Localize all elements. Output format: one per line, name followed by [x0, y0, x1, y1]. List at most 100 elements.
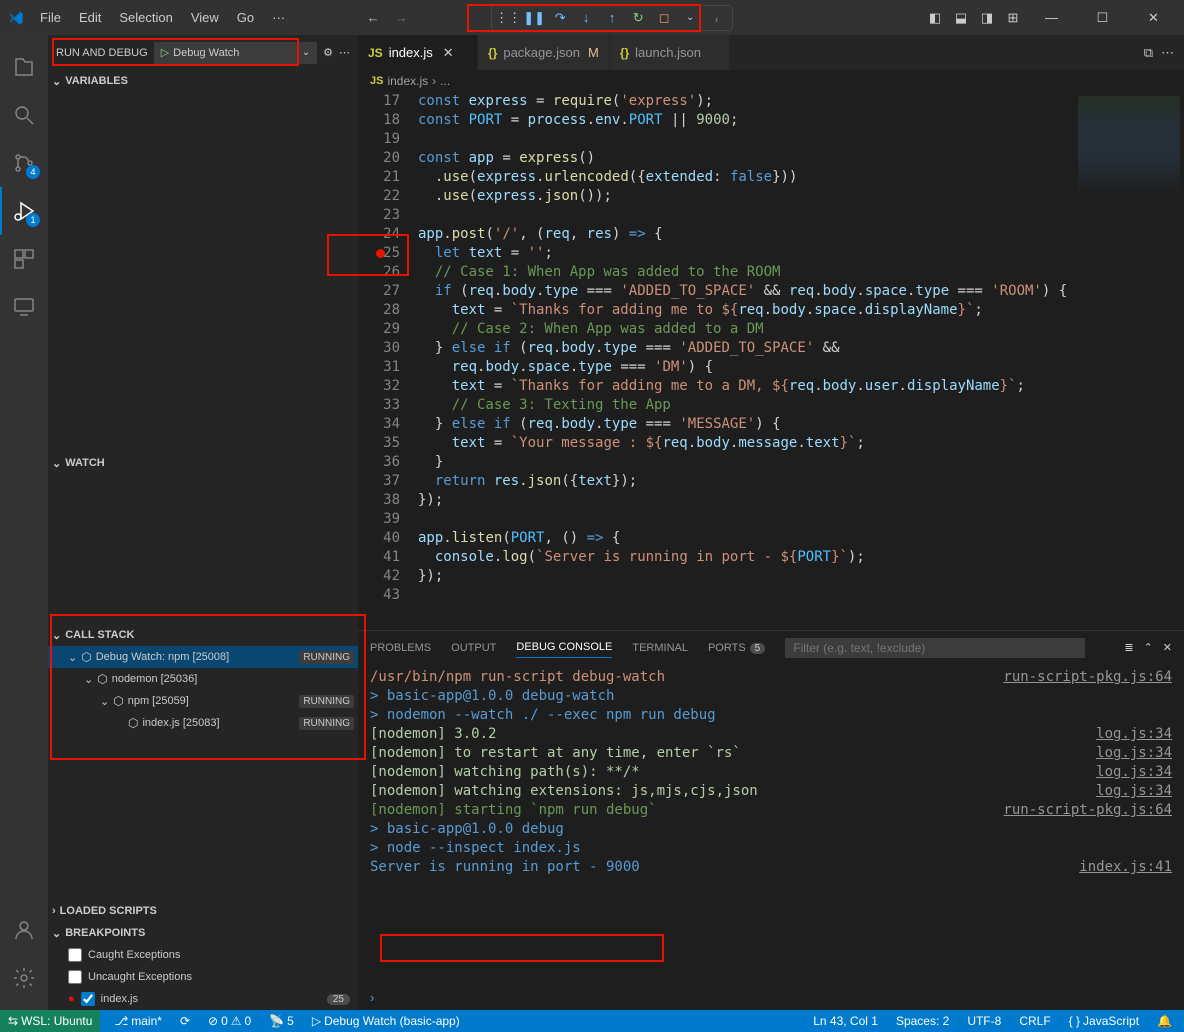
- tab-terminal[interactable]: Terminal: [632, 638, 688, 658]
- bp-file-checkbox[interactable]: [81, 992, 95, 1006]
- callstack-section-header[interactable]: ⌄Call Stack: [48, 624, 358, 646]
- chevron-right-icon: ›: [52, 905, 56, 917]
- menu-edit[interactable]: Edit: [71, 6, 109, 29]
- layout-left-icon[interactable]: ◧: [925, 8, 945, 28]
- menu-go[interactable]: Go: [229, 6, 262, 29]
- debug-more-icon[interactable]: ⸥: [706, 8, 726, 28]
- bp-caught-checkbox[interactable]: [68, 948, 82, 962]
- debug-step-out-icon[interactable]: ↑: [602, 8, 622, 28]
- code-content[interactable]: const express = require('express');const…: [418, 92, 1074, 630]
- debug-dropdown-icon[interactable]: ⌄: [680, 8, 700, 28]
- editor-tabs: JSindex.js✕{}package.jsonM{}launch.json …: [358, 35, 1184, 70]
- layout-custom-icon[interactable]: ⊞: [1003, 8, 1023, 28]
- editor-body[interactable]: 1718192021222324252627282930313233343536…: [358, 92, 1184, 630]
- line-gutter[interactable]: 1718192021222324252627282930313233343536…: [358, 92, 418, 630]
- start-debug-icon[interactable]: ▷: [161, 46, 169, 59]
- console-line: [nodemon] watching path(s): **/*log.js:3…: [370, 763, 1172, 782]
- status-ports[interactable]: 📡5: [265, 1014, 298, 1028]
- nav-back-icon[interactable]: ←: [363, 8, 383, 28]
- breakpoints-section-header[interactable]: ⌄Breakpoints: [48, 922, 358, 944]
- tab-problems[interactable]: Problems: [370, 638, 431, 658]
- minimap[interactable]: [1074, 92, 1184, 630]
- window-close-icon[interactable]: ✕: [1131, 3, 1176, 33]
- layout-bottom-icon[interactable]: ⬓: [951, 8, 971, 28]
- panel-close-icon[interactable]: ✕: [1163, 641, 1172, 654]
- editor-tab[interactable]: {}package.jsonM: [478, 35, 610, 70]
- menu-selection[interactable]: Selection: [111, 6, 180, 29]
- status-errors[interactable]: ⊘0 ⚠0: [204, 1014, 255, 1028]
- status-remote[interactable]: ⇆WSL: Ubuntu: [0, 1010, 100, 1032]
- callstack-row[interactable]: ⌄⬡nodemon [25036]: [48, 668, 358, 690]
- debug-step-into-icon[interactable]: ↓: [576, 8, 596, 28]
- activity-account-icon[interactable]: [0, 906, 48, 954]
- debug-drag-icon[interactable]: ⋮⋮: [498, 8, 518, 28]
- debug-stop-icon[interactable]: ◻: [654, 8, 674, 28]
- callstack-row[interactable]: ⌄⬡Debug Watch: npm [25008]RUNNING: [48, 646, 358, 668]
- panel-clear-icon[interactable]: ≣: [1124, 641, 1133, 654]
- status-eol[interactable]: CRLF: [1015, 1014, 1054, 1028]
- activity-search-icon[interactable]: [0, 91, 48, 139]
- console-source-link[interactable]: run-script-pkg.js:64: [1003, 801, 1172, 820]
- debug-pause-icon[interactable]: ❚❚: [524, 8, 544, 28]
- loaded-scripts-header[interactable]: ›Loaded Scripts: [48, 900, 358, 922]
- status-encoding[interactable]: UTF-8: [963, 1014, 1005, 1028]
- watch-section-header[interactable]: ⌄Watch: [48, 452, 358, 474]
- console-body[interactable]: /usr/bin/npm run-script debug-watchrun-s…: [358, 664, 1184, 984]
- bp-file-label: index.js: [101, 993, 138, 1005]
- console-line: [nodemon] to restart at any time, enter …: [370, 744, 1172, 763]
- console-source-link[interactable]: log.js:34: [1096, 763, 1172, 782]
- debug-step-over-icon[interactable]: ↷: [550, 8, 570, 28]
- status-spaces[interactable]: Spaces: 2: [892, 1014, 953, 1028]
- status-bell-icon[interactable]: 🔔: [1153, 1014, 1176, 1028]
- activity-scm-icon[interactable]: 4: [0, 139, 48, 187]
- console-source-link[interactable]: log.js:34: [1096, 744, 1172, 763]
- run-debug-title: RUN AND DEBUG: [56, 47, 148, 59]
- console-source-link[interactable]: index.js:41: [1079, 858, 1172, 877]
- bp-uncaught[interactable]: Uncaught Exceptions: [48, 966, 358, 988]
- activity-explorer-icon[interactable]: [0, 43, 48, 91]
- bp-file[interactable]: ●index.js25: [48, 988, 358, 1010]
- editor-tab[interactable]: JSindex.js✕: [358, 35, 478, 70]
- console-source-link[interactable]: run-script-pkg.js:64: [1003, 668, 1172, 687]
- more-icon[interactable]: ⋯: [1161, 45, 1174, 61]
- tab-debug-console[interactable]: Debug Console: [516, 637, 612, 658]
- menu-file[interactable]: File: [32, 6, 69, 29]
- bp-caught[interactable]: Caught Exceptions: [48, 944, 358, 966]
- nav-forward-icon[interactable]: →: [391, 8, 411, 28]
- console-source-link[interactable]: log.js:34: [1096, 782, 1172, 801]
- console-input[interactable]: ›: [358, 984, 1184, 1010]
- debug-restart-icon[interactable]: ↻: [628, 8, 648, 28]
- window-maximize-icon[interactable]: ☐: [1080, 3, 1125, 33]
- menu-bar: File Edit Selection View Go ···: [32, 6, 293, 29]
- console-source-link[interactable]: log.js:34: [1096, 725, 1172, 744]
- compare-icon[interactable]: ⧉: [1144, 45, 1153, 61]
- menu-view[interactable]: View: [183, 6, 227, 29]
- panel-maximize-icon[interactable]: ⌃: [1144, 641, 1153, 654]
- activity-remote-icon[interactable]: [0, 283, 48, 331]
- status-sync[interactable]: ⟳: [176, 1014, 194, 1028]
- menu-more[interactable]: ···: [264, 6, 293, 29]
- status-branch[interactable]: ⎇main*: [110, 1014, 166, 1028]
- activity-extensions-icon[interactable]: [0, 235, 48, 283]
- console-filter-input[interactable]: [785, 638, 1085, 658]
- tab-ports[interactable]: Ports5: [708, 638, 765, 658]
- debug-config-dropdown[interactable]: ▷ Debug Watch ⌄: [154, 42, 317, 64]
- bp-uncaught-checkbox[interactable]: [68, 970, 82, 984]
- activity-debug-icon[interactable]: 1: [0, 187, 48, 235]
- close-icon[interactable]: ✕: [443, 45, 454, 61]
- status-debug[interactable]: ▷Debug Watch (basic-app): [308, 1014, 464, 1028]
- callstack-row[interactable]: ⌄⬡npm [25059]RUNNING: [48, 690, 358, 712]
- variables-section-header[interactable]: ⌄Variables: [48, 70, 358, 92]
- breadcrumb[interactable]: JS index.js › ...: [358, 70, 1184, 92]
- status-lang[interactable]: { }JavaScript: [1065, 1014, 1143, 1028]
- gear-icon[interactable]: ⚙: [323, 46, 333, 59]
- more-icon[interactable]: ⋯: [339, 46, 350, 59]
- callstack-body: ⌄⬡Debug Watch: npm [25008]RUNNING⌄⬡nodem…: [48, 646, 358, 776]
- layout-right-icon[interactable]: ◨: [977, 8, 997, 28]
- tab-output[interactable]: Output: [451, 638, 496, 658]
- window-minimize-icon[interactable]: —: [1029, 3, 1074, 33]
- status-position[interactable]: Ln 43, Col 1: [809, 1014, 882, 1028]
- editor-tab[interactable]: {}launch.json: [610, 35, 730, 70]
- callstack-row[interactable]: ⬡index.js [25083]RUNNING: [48, 712, 358, 734]
- activity-settings-icon[interactable]: [0, 954, 48, 1002]
